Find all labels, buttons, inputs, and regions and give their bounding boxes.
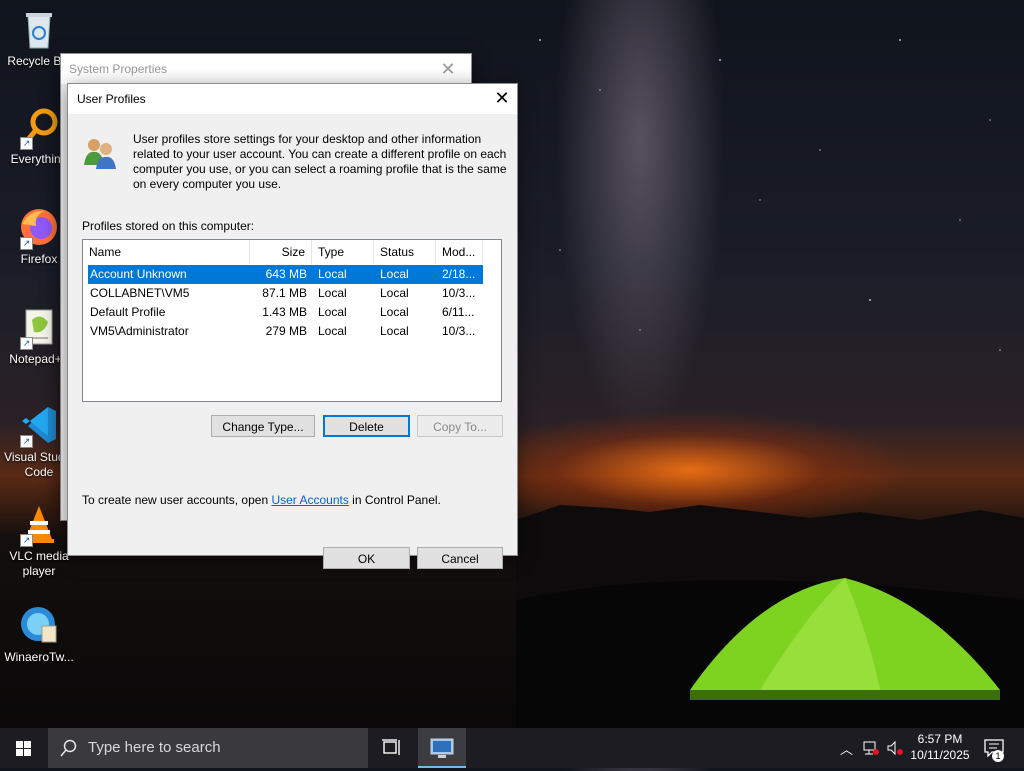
profiles-list[interactable]: Name Size Type Status Mod... Account Unk…: [82, 239, 502, 402]
column-header-name[interactable]: Name: [83, 240, 250, 264]
cell-modified: 10/3...: [442, 286, 476, 300]
cell-type: Local: [318, 286, 347, 300]
task-view-button[interactable]: [368, 728, 416, 768]
cell-modified: 10/3...: [442, 324, 476, 338]
system-properties-titlebar[interactable]: System Properties ✕: [61, 54, 471, 84]
delete-button[interactable]: Delete: [323, 415, 410, 437]
copy-to-button[interactable]: Copy To...: [417, 415, 503, 437]
close-icon[interactable]: ✕: [487, 84, 517, 114]
cell-status: Local: [380, 286, 409, 300]
dialog-body: User profiles store settings for your de…: [68, 115, 517, 569]
volume-muted-icon[interactable]: [886, 740, 904, 756]
vlc-icon: ↗: [18, 503, 60, 547]
cell-modified: 2/18...: [442, 267, 476, 281]
windows-logo-icon: [16, 741, 31, 756]
taskbar-search-box[interactable]: Type here to search: [48, 728, 368, 768]
table-row[interactable]: COLLABNET\VM5 87.1 MB Local Local 10/3..…: [88, 284, 483, 303]
taskbar-clock[interactable]: 6:57 PM 10/11/2025: [908, 731, 972, 763]
search-icon: [60, 739, 77, 757]
recycle-bin-icon: [18, 8, 60, 50]
clock-date: 10/11/2025: [910, 748, 970, 762]
cell-name: Account Unknown: [90, 267, 187, 281]
shortcut-arrow-icon: ↗: [20, 137, 33, 150]
winaero-tweaker-icon: [18, 604, 60, 646]
ok-button[interactable]: OK: [323, 547, 410, 569]
shortcut-arrow-icon: ↗: [20, 337, 33, 350]
taskbar-system-properties-button[interactable]: [418, 728, 466, 768]
footer-text-before: To create new user accounts, open: [82, 493, 272, 507]
user-accounts-link[interactable]: User Accounts: [271, 493, 348, 507]
cell-size: 1.43 MB: [262, 305, 307, 319]
cell-status: Local: [380, 267, 409, 281]
column-header-size[interactable]: Size: [250, 240, 312, 264]
close-icon[interactable]: ✕: [433, 54, 463, 84]
user-profiles-icon: [82, 135, 120, 171]
clock-time: 6:57 PM: [917, 732, 963, 746]
notification-count-badge: 1: [992, 750, 1004, 762]
desktop-icon-label: WinaeroTw...: [4, 650, 74, 664]
list-header: Name Size Type Status Mod...: [83, 240, 483, 264]
everything-search-icon: ↗: [18, 106, 60, 150]
shortcut-arrow-icon: ↗: [20, 237, 33, 250]
cell-name: COLLABNET\VM5: [90, 286, 190, 300]
system-properties-icon: [430, 738, 454, 758]
cell-type: Local: [318, 267, 347, 281]
chevron-up-icon[interactable]: ︿: [840, 739, 853, 758]
column-header-status[interactable]: Status: [374, 240, 436, 264]
dialog-title: User Profiles: [77, 92, 146, 106]
table-row[interactable]: Account Unknown 643 MB Local Local 2/18.…: [88, 265, 483, 284]
system-tray: ︿: [836, 728, 916, 768]
change-type-button[interactable]: Change Type...: [211, 415, 315, 437]
notepad-plus-plus-icon: ↗: [18, 306, 60, 350]
table-row[interactable]: VM5\Administrator 279 MB Local Local 10/…: [88, 322, 483, 341]
description-text: User profiles store settings for your de…: [133, 132, 507, 191]
cell-type: Local: [318, 305, 347, 319]
footer-text-after: in Control Panel.: [348, 493, 441, 507]
vscode-icon: ↗: [18, 404, 60, 448]
cell-size: 643 MB: [265, 267, 307, 281]
table-row[interactable]: Default Profile 1.43 MB Local Local 6/11…: [88, 303, 483, 322]
stars: [539, 39, 1001, 351]
column-header-modified[interactable]: Mod...: [436, 240, 483, 264]
cell-type: Local: [318, 324, 347, 338]
window-title: System Properties: [69, 62, 168, 76]
network-icon[interactable]: [862, 740, 880, 756]
cell-name: Default Profile: [90, 305, 166, 319]
shortcut-arrow-icon: ↗: [20, 534, 33, 547]
cell-status: Local: [380, 305, 409, 319]
footer-text: To create new user accounts, open User A…: [82, 493, 441, 507]
desktop-icon-winaero-tweaker[interactable]: WinaeroTw...: [0, 604, 78, 665]
cancel-button[interactable]: Cancel: [417, 547, 503, 569]
task-view-icon: [382, 739, 400, 755]
profiles-label: Profiles stored on this computer:: [82, 219, 255, 233]
shortcut-arrow-icon: ↗: [20, 435, 33, 448]
cell-name: VM5\Administrator: [90, 324, 189, 338]
dialog-titlebar[interactable]: User Profiles ✕: [68, 84, 517, 114]
start-button[interactable]: [0, 728, 48, 768]
cell-size: 279 MB: [265, 324, 307, 338]
cell-size: 87.1 MB: [262, 286, 307, 300]
cell-modified: 6/11...: [442, 305, 475, 319]
firefox-icon: ↗: [18, 206, 60, 250]
search-placeholder: Type here to search: [88, 739, 221, 756]
action-center-button[interactable]: 1: [978, 728, 1024, 768]
taskbar: Type here to search ︿ 6:57 PM 10/11/2025: [0, 728, 1024, 768]
cell-status: Local: [380, 324, 409, 338]
user-profiles-dialog[interactable]: User Profiles ✕ User profiles store sett…: [67, 83, 518, 569]
column-header-type[interactable]: Type: [312, 240, 374, 264]
